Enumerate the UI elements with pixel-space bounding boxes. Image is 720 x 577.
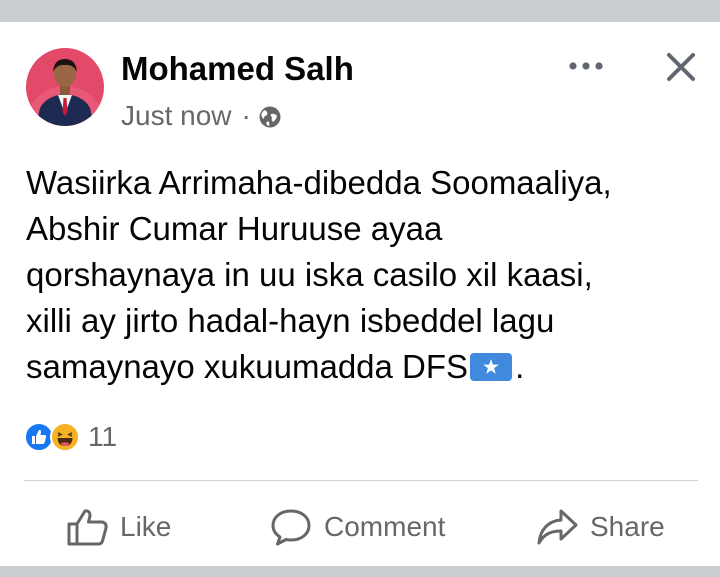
post-card: Mohamed Salh Just now · Wasiirka Arrimah… (0, 22, 720, 566)
more-options-icon (569, 62, 603, 70)
close-icon (667, 53, 695, 81)
globe-icon (258, 104, 282, 128)
comment-icon (271, 509, 311, 546)
post-text-line: Wasiirka Arrimaha-dibedda Soomaaliya, (26, 164, 612, 201)
post-timestamp[interactable]: Just now (121, 100, 232, 132)
post-text-line: qorshaynaya in uu iska casilo xil kaasi, (26, 256, 593, 293)
post-text-line: samaynayo xukuumadda DFS (26, 348, 469, 385)
comment-label: Comment (324, 511, 446, 542)
avatar[interactable] (26, 48, 104, 126)
somalia-flag-icon (469, 348, 513, 381)
more-options-button[interactable] (560, 48, 612, 84)
like-icon (67, 509, 108, 546)
reaction-count: 11 (88, 421, 118, 452)
share-icon (537, 509, 578, 545)
author-name[interactable]: Mohamed Salh (121, 50, 354, 88)
comment-button[interactable]: Comment (270, 502, 445, 552)
reaction-summary[interactable]: 11 (24, 420, 117, 454)
like-label: Like (120, 511, 172, 542)
post-text: Wasiirka Arrimaha-dibedda Soomaaliya, Ab… (26, 160, 706, 390)
meta-separator: · (241, 100, 251, 131)
post-text-line: Abshir Cumar Huruuse ayaa (26, 210, 443, 247)
post-text-end-punctuation: . (515, 348, 525, 385)
divider (24, 480, 698, 481)
post-text-line-last: samaynayo xukuumadda DFS . (26, 344, 706, 390)
like-button[interactable]: Like (66, 502, 171, 552)
post-meta: Just now · (121, 98, 282, 134)
post-text-line: xilli ay jirto hadal-hayn isbeddel lagu (26, 302, 555, 339)
share-button[interactable]: Share (536, 502, 665, 552)
haha-reaction-icon (50, 422, 80, 452)
share-label: Share (590, 511, 665, 542)
close-button[interactable] (658, 44, 704, 90)
